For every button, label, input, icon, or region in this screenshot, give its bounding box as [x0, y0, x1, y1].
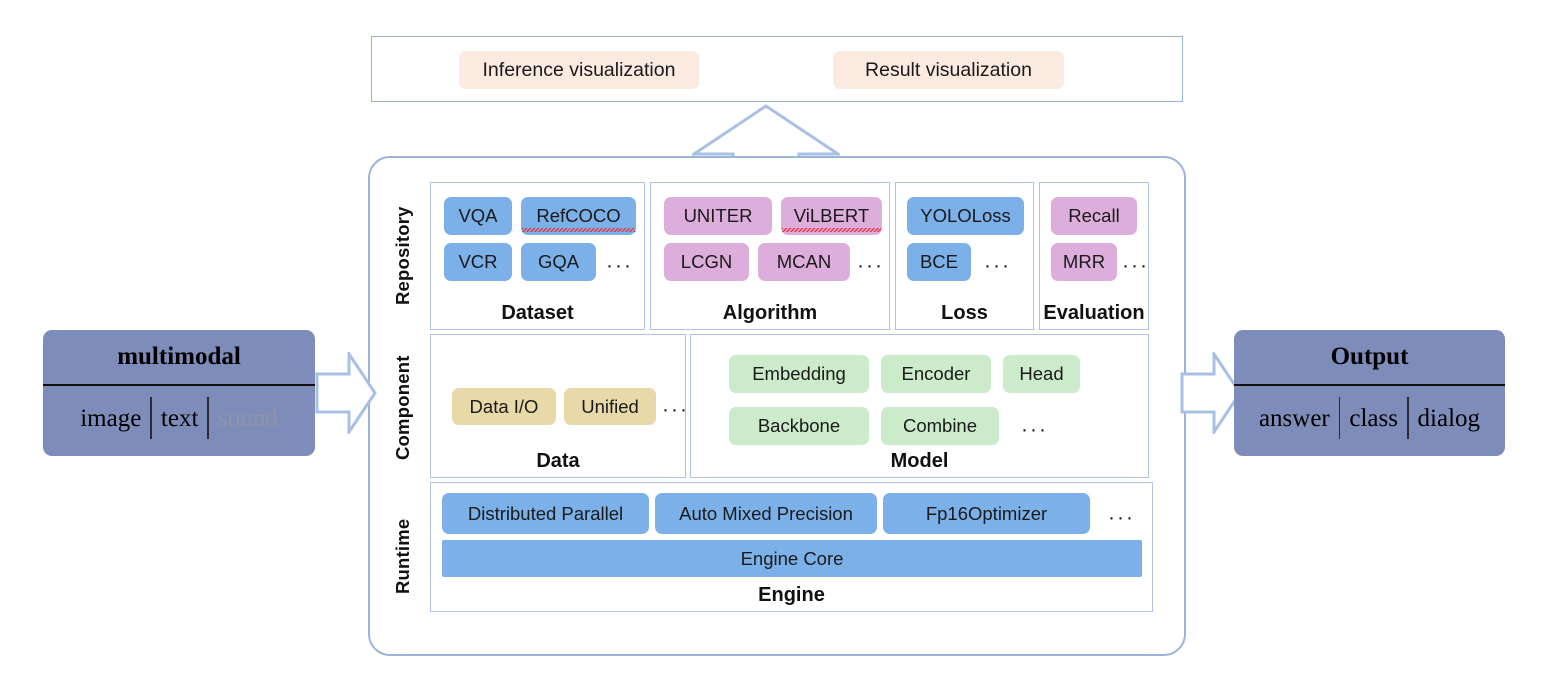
- data-more-ellipsis: ···: [662, 398, 689, 421]
- chip-combine[interactable]: Combine: [881, 407, 999, 445]
- loss-more-ellipsis: ···: [984, 254, 1011, 277]
- chip-auto-mixed-precision[interactable]: Auto Mixed Precision: [655, 493, 877, 534]
- chip-vilbert[interactable]: ViLBERT: [781, 197, 882, 235]
- input-panel-title: multimodal: [43, 330, 315, 386]
- output-dialog[interactable]: dialog: [1409, 406, 1490, 431]
- tier-label-component: Component: [392, 355, 413, 461]
- modality-image[interactable]: image: [71, 406, 150, 431]
- up-arrow-icon: [692, 104, 840, 160]
- runtime-more-ellipsis: ···: [1108, 506, 1135, 529]
- evaluation-more-ellipsis: ···: [1122, 254, 1149, 277]
- repository-group-title-algorithm: Algorithm: [722, 302, 818, 324]
- visualization-bar: Inference visualization Result visualiza…: [371, 36, 1183, 102]
- input-arrow-icon: [315, 352, 377, 434]
- modality-text[interactable]: text: [152, 406, 208, 431]
- chip-data-io[interactable]: Data I/O: [452, 388, 556, 425]
- input-panel: multimodal image text sound: [43, 330, 315, 456]
- chip-encoder[interactable]: Encoder: [881, 355, 991, 393]
- result-visualization-chip[interactable]: Result visualization: [833, 51, 1064, 89]
- chip-embedding[interactable]: Embedding: [729, 355, 869, 393]
- model-more-ellipsis: ···: [1021, 418, 1048, 441]
- chip-recall[interactable]: Recall: [1051, 197, 1137, 235]
- output-panel: Output answer class dialog: [1234, 330, 1505, 456]
- output-class[interactable]: class: [1340, 406, 1407, 431]
- runtime-group-engine: Distributed Parallel Auto Mixed Precisio…: [430, 482, 1153, 612]
- chip-distributed-parallel[interactable]: Distributed Parallel: [442, 493, 649, 534]
- chip-bce[interactable]: BCE: [907, 243, 971, 281]
- component-group-title-model: Model: [890, 450, 949, 472]
- repository-group-dataset: VQA RefCOCO VCR GQA ··· Dataset: [430, 182, 645, 330]
- tier-label-repository: Repository: [392, 206, 413, 306]
- chip-mcan[interactable]: MCAN: [758, 243, 850, 281]
- chip-refcoco[interactable]: RefCOCO: [521, 197, 636, 235]
- chip-unified[interactable]: Unified: [564, 388, 656, 425]
- repository-group-title-loss: Loss: [941, 302, 988, 324]
- chip-gqa[interactable]: GQA: [521, 243, 596, 281]
- chip-vqa[interactable]: VQA: [444, 197, 512, 235]
- output-answer[interactable]: answer: [1250, 406, 1339, 431]
- chip-backbone[interactable]: Backbone: [729, 407, 869, 445]
- chip-uniter[interactable]: UNITER: [664, 197, 772, 235]
- chip-head[interactable]: Head: [1003, 355, 1080, 393]
- repository-group-algorithm: UNITER ViLBERT LCGN MCAN ··· Algorithm: [650, 182, 890, 330]
- input-modality-list: image text sound: [43, 386, 315, 450]
- algorithm-more-ellipsis: ···: [857, 254, 884, 277]
- framework-container: Repository Component Runtime VQA RefCOCO…: [368, 156, 1186, 656]
- chip-mrr[interactable]: MRR: [1051, 243, 1117, 281]
- component-group-title-data: Data: [536, 450, 580, 472]
- repository-group-evaluation: Recall MRR ··· Evaluation: [1039, 182, 1149, 330]
- output-type-list: answer class dialog: [1234, 386, 1505, 450]
- repository-group-loss: YOLOLoss BCE ··· Loss: [895, 182, 1034, 330]
- component-group-data: Data I/O Unified ··· Data: [430, 334, 689, 478]
- tier-label-runtime: Runtime: [392, 518, 413, 594]
- modality-sound[interactable]: sound: [209, 406, 287, 431]
- repository-group-title-evaluation: Evaluation: [1043, 302, 1145, 324]
- dataset-more-ellipsis: ···: [606, 254, 633, 277]
- chip-lcgn[interactable]: LCGN: [664, 243, 749, 281]
- repository-group-title-dataset: Dataset: [501, 302, 574, 324]
- component-group-model: Embedding Encoder Head Backbone Combine …: [690, 334, 1149, 478]
- output-arrow-icon: [1180, 352, 1242, 434]
- chip-vcr[interactable]: VCR: [444, 243, 512, 281]
- chip-yololoss[interactable]: YOLOLoss: [907, 197, 1024, 235]
- inference-visualization-chip[interactable]: Inference visualization: [459, 51, 699, 89]
- chip-engine-core[interactable]: Engine Core: [442, 540, 1142, 577]
- runtime-group-title-engine: Engine: [758, 584, 825, 606]
- chip-fp16optimizer[interactable]: Fp16Optimizer: [883, 493, 1090, 534]
- output-panel-title: Output: [1234, 330, 1505, 386]
